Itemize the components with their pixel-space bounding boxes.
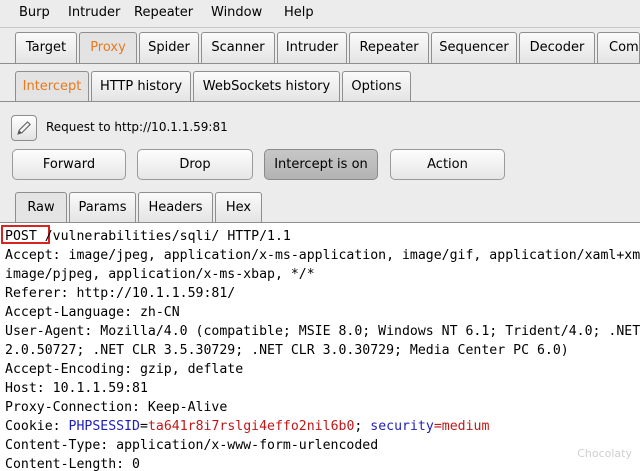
header-line: Accept-Encoding: gzip, deflate [5,362,244,377]
forward-button[interactable]: Forward [12,149,126,180]
cookie-equals: = [140,419,148,434]
tab-websockets-history[interactable]: WebSockets history [193,71,340,101]
cookie-value-phpsessid: ta641r8i7rslgi4effo2nil6b0 [147,419,355,434]
tab-options[interactable]: Options [342,71,411,101]
header-line: Proxy-Connection: Keep-Alive [5,400,228,415]
watermark: Chocolaty [577,447,632,460]
header-line: 2.0.50727; .NET CLR 3.5.30729; .NET CLR … [5,343,569,358]
cookie-header-line: Cookie: PHPSESSID=ta641r8i7rslgi4effo2ni… [5,417,489,436]
header-line: Accept-Language: zh-CN [5,305,180,320]
tab-scanner[interactable]: Scanner [201,32,275,63]
menu-bar: Burp Intruder Repeater Window Help [0,0,640,28]
request-target-label: Request to http://10.1.1.59:81 [46,120,228,134]
tab-comparer[interactable]: Comparer [597,32,640,63]
header-line: Content-Type: application/x-www-form-url… [5,438,379,453]
action-button[interactable]: Action [390,149,505,180]
tab-params[interactable]: Params [69,192,136,222]
intercept-toggle-button[interactable]: Intercept is on [264,149,378,180]
request-path: /vulnerabilities/sqli/ HTTP/1.1 [36,229,291,244]
tab-http-history[interactable]: HTTP history [91,71,191,101]
tab-headers[interactable]: Headers [138,192,213,222]
header-line: image/pjpeg, application/x-ms-xbap, */* [5,267,315,282]
cookie-name-phpsessid: PHPSESSID [68,419,140,434]
tab-sequencer[interactable]: Sequencer [431,32,517,63]
cookie-name-security: security [370,419,434,434]
pencil-icon [17,121,31,135]
tab-target[interactable]: Target [15,32,77,63]
header-line: User-Agent: Mozilla/4.0 (compatible; MSI… [5,324,640,339]
tab-proxy[interactable]: Proxy [79,32,137,63]
request-editor[interactable]: POST /vulnerabilities/sqli/ HTTP/1.1 Acc… [0,222,640,471]
header-line: Host: 10.1.1.59:81 [5,381,148,396]
http-method: POST [5,229,37,244]
drop-button[interactable]: Drop [137,149,253,180]
header-line: Accept: image/jpeg, application/x-ms-app… [5,248,640,263]
menu-burp[interactable]: Burp [19,5,50,20]
tab-intercept[interactable]: Intercept [15,71,89,101]
tab-hex[interactable]: Hex [215,192,262,222]
cookie-equals: = [433,419,442,434]
tab-raw[interactable]: Raw [15,192,67,222]
edit-button[interactable] [11,115,37,141]
proxy-tab-divider [0,101,640,102]
tab-repeater[interactable]: Repeater [349,32,429,63]
request-line: POST /vulnerabilities/sqli/ HTTP/1.1 [5,227,291,246]
header-line: Referer: http://10.1.1.59:81/ [5,286,236,301]
menu-repeater[interactable]: Repeater [134,5,193,20]
cookie-separator: ; [354,419,371,434]
main-tab-divider [0,63,640,64]
menu-window[interactable]: Window [211,5,262,20]
menu-help[interactable]: Help [284,5,314,20]
tab-intruder[interactable]: Intruder [277,32,347,63]
tab-spider[interactable]: Spider [139,32,199,63]
cookie-label: Cookie: [5,419,69,434]
header-line: Content-Length: 0 [5,457,140,471]
cookie-value-security: medium [441,419,490,434]
tab-decoder[interactable]: Decoder [519,32,595,63]
menu-intruder[interactable]: Intruder [68,5,120,20]
